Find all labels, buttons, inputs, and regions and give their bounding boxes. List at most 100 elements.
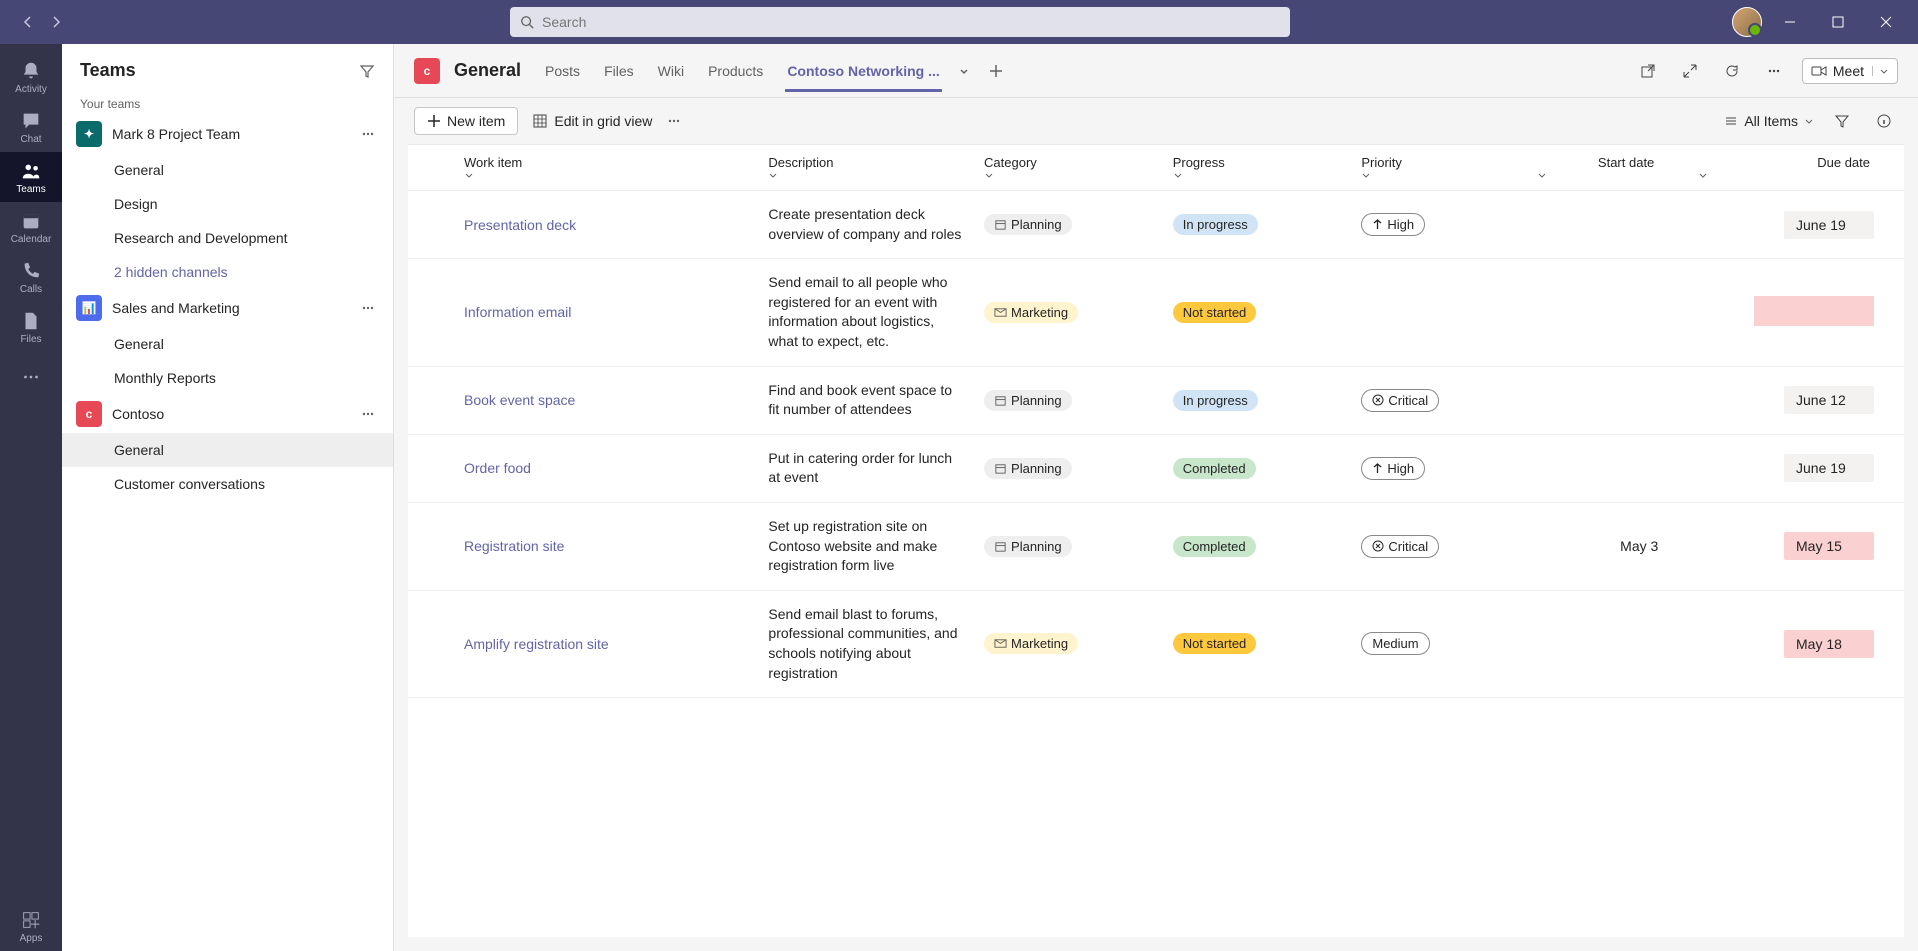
meet-chevron-icon[interactable] xyxy=(1872,66,1889,76)
due-date: June 19 xyxy=(1784,454,1874,482)
priority-pill: Critical xyxy=(1361,389,1439,412)
progress-pill: Not started xyxy=(1173,633,1257,654)
column-header[interactable]: Priority xyxy=(1351,145,1526,191)
popout-icon[interactable] xyxy=(1634,57,1662,85)
rail-more[interactable] xyxy=(0,352,62,402)
due-date: June 12 xyxy=(1784,386,1874,414)
due-date: June 19 xyxy=(1784,211,1874,239)
channel-tab[interactable]: Products xyxy=(706,51,765,91)
app-rail: Activity Chat Teams Calendar Calls Files… xyxy=(0,44,62,951)
channel-row[interactable]: Design xyxy=(62,187,393,221)
search-box[interactable] xyxy=(510,7,1290,37)
column-header[interactable]: Progress xyxy=(1163,145,1352,191)
start-date xyxy=(1527,259,1689,366)
team-row[interactable]: ✦ Mark 8 Project Team xyxy=(62,115,393,153)
window-close[interactable] xyxy=(1866,6,1906,38)
start-date: May 3 xyxy=(1527,502,1689,590)
category-pill: Planning xyxy=(984,536,1072,557)
filter-button[interactable] xyxy=(1828,107,1856,135)
add-tab-button[interactable] xyxy=(984,59,1008,83)
team-more-icon[interactable] xyxy=(357,125,379,143)
channel-icon: c xyxy=(414,58,440,84)
column-header[interactable]: Category xyxy=(974,145,1163,191)
start-date xyxy=(1527,434,1689,502)
video-icon xyxy=(1811,63,1827,79)
channel-row[interactable]: General xyxy=(62,327,393,361)
start-date xyxy=(1527,590,1689,697)
team-name: Contoso xyxy=(112,406,347,422)
channel-tabbar: c General PostsFilesWikiProductsContoso … xyxy=(394,44,1918,98)
window-minimize[interactable] xyxy=(1770,6,1810,38)
your-teams-label: Your teams xyxy=(62,89,393,115)
tab-chevron-icon[interactable] xyxy=(958,65,970,77)
channel-tab[interactable]: Posts xyxy=(543,51,582,91)
table-row[interactable]: Book event space Find and book event spa… xyxy=(408,366,1904,434)
team-row[interactable]: c Contoso xyxy=(62,395,393,433)
team-more-icon[interactable] xyxy=(357,299,379,317)
team-more-icon[interactable] xyxy=(357,405,379,423)
channel-tab[interactable]: Contoso Networking ... xyxy=(785,51,941,91)
work-item-link[interactable]: Order food xyxy=(464,460,531,476)
meet-button[interactable]: Meet xyxy=(1802,58,1898,84)
due-date: May 15 xyxy=(1784,532,1874,560)
table-row[interactable]: Order food Put in catering order for lun… xyxy=(408,434,1904,502)
toolbar-more-icon[interactable] xyxy=(666,113,682,129)
table-row[interactable]: Registration site Set up registration si… xyxy=(408,502,1904,590)
rail-teams[interactable]: Teams xyxy=(0,152,62,202)
work-item-link[interactable]: Registration site xyxy=(464,538,564,554)
category-pill: Planning xyxy=(984,458,1072,479)
filter-icon[interactable] xyxy=(359,63,375,79)
rail-apps[interactable]: Apps xyxy=(0,901,62,951)
description-cell: Send email blast to forums, professional… xyxy=(758,590,974,697)
channel-row[interactable]: Research and Development xyxy=(62,221,393,255)
search-input[interactable] xyxy=(542,14,1280,30)
column-header[interactable]: Due date xyxy=(1688,145,1904,191)
teams-title: Teams xyxy=(80,60,136,81)
category-pill: Planning xyxy=(984,214,1072,235)
channel-tab[interactable]: Wiki xyxy=(656,51,686,91)
refresh-icon[interactable] xyxy=(1718,57,1746,85)
rail-chat[interactable]: Chat xyxy=(0,102,62,152)
forward-button[interactable] xyxy=(44,10,68,34)
channel-tab[interactable]: Files xyxy=(602,51,636,91)
table-row[interactable]: Information email Send email to all peop… xyxy=(408,259,1904,366)
team-avatar: 📊 xyxy=(76,295,102,321)
window-maximize[interactable] xyxy=(1818,6,1858,38)
channel-row[interactable]: General xyxy=(62,153,393,187)
view-selector[interactable]: All Items xyxy=(1724,113,1814,129)
titlebar xyxy=(0,0,1918,44)
info-button[interactable] xyxy=(1870,107,1898,135)
work-item-link[interactable]: Book event space xyxy=(464,392,575,408)
hidden-channels-link[interactable]: 2 hidden channels xyxy=(62,255,393,289)
work-item-link[interactable]: Information email xyxy=(464,304,571,320)
user-avatar[interactable] xyxy=(1732,7,1762,37)
more-icon[interactable] xyxy=(1760,57,1788,85)
new-item-button[interactable]: New item xyxy=(414,107,518,135)
due-date: May 18 xyxy=(1784,630,1874,658)
channel-row[interactable]: Monthly Reports xyxy=(62,361,393,395)
column-header[interactable]: Start date xyxy=(1527,145,1689,191)
work-item-link[interactable]: Presentation deck xyxy=(464,217,576,233)
channel-row[interactable]: General xyxy=(62,433,393,467)
channel-row[interactable]: Customer conversations xyxy=(62,467,393,501)
rail-calls[interactable]: Calls xyxy=(0,252,62,302)
rail-files[interactable]: Files xyxy=(0,302,62,352)
table-row[interactable]: Amplify registration site Send email bla… xyxy=(408,590,1904,697)
search-icon xyxy=(520,15,534,29)
content-area: c General PostsFilesWikiProductsContoso … xyxy=(394,44,1918,951)
category-pill: Marketing xyxy=(984,302,1078,323)
expand-icon[interactable] xyxy=(1676,57,1704,85)
back-button[interactable] xyxy=(16,10,40,34)
table-row[interactable]: Presentation deck Create presentation de… xyxy=(408,191,1904,259)
rail-calendar[interactable]: Calendar xyxy=(0,202,62,252)
rail-activity[interactable]: Activity xyxy=(0,52,62,102)
description-cell: Create presentation deck overview of com… xyxy=(758,191,974,259)
progress-pill: Completed xyxy=(1173,536,1256,557)
edit-grid-button[interactable]: Edit in grid view xyxy=(532,113,652,129)
work-item-link[interactable]: Amplify registration site xyxy=(464,636,609,652)
category-pill: Marketing xyxy=(984,633,1078,654)
teams-panel: Teams Your teams ✦ Mark 8 Project Team G… xyxy=(62,44,394,951)
column-header[interactable]: Description xyxy=(758,145,974,191)
team-row[interactable]: 📊 Sales and Marketing xyxy=(62,289,393,327)
column-header[interactable]: Work item xyxy=(408,145,758,191)
